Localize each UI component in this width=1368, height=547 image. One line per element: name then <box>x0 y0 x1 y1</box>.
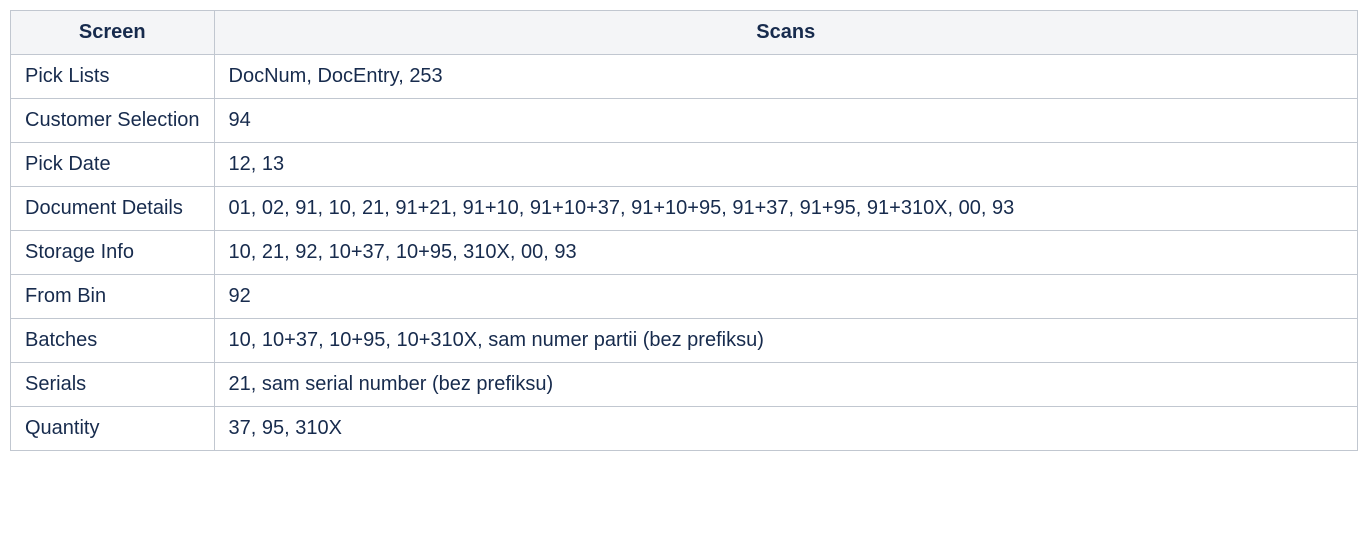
cell-screen: Pick Lists <box>11 55 215 99</box>
cell-screen: From Bin <box>11 275 215 319</box>
table-row: Batches10, 10+37, 10+95, 10+310X, sam nu… <box>11 319 1358 363</box>
cell-screen: Storage Info <box>11 231 215 275</box>
table-body: Pick ListsDocNum, DocEntry, 253Customer … <box>11 55 1358 451</box>
cell-screen: Pick Date <box>11 143 215 187</box>
cell-scans: 94 <box>214 99 1357 143</box>
table-row: From Bin92 <box>11 275 1358 319</box>
table-row: Pick ListsDocNum, DocEntry, 253 <box>11 55 1358 99</box>
cell-scans: 21, sam serial number (bez prefiksu) <box>214 363 1357 407</box>
scans-table: Screen Scans Pick ListsDocNum, DocEntry,… <box>10 10 1358 451</box>
table-row: Storage Info10, 21, 92, 10+37, 10+95, 31… <box>11 231 1358 275</box>
cell-scans: 37, 95, 310X <box>214 407 1357 451</box>
cell-scans: 10, 21, 92, 10+37, 10+95, 310X, 00, 93 <box>214 231 1357 275</box>
header-scans: Scans <box>214 11 1357 55</box>
cell-screen: Document Details <box>11 187 215 231</box>
cell-screen: Quantity <box>11 407 215 451</box>
cell-screen: Batches <box>11 319 215 363</box>
cell-scans: 10, 10+37, 10+95, 10+310X, sam numer par… <box>214 319 1357 363</box>
table-row: Serials21, sam serial number (bez prefik… <box>11 363 1358 407</box>
table-row: Customer Selection94 <box>11 99 1358 143</box>
cell-scans: DocNum, DocEntry, 253 <box>214 55 1357 99</box>
table-row: Document Details01, 02, 91, 10, 21, 91+2… <box>11 187 1358 231</box>
cell-screen: Customer Selection <box>11 99 215 143</box>
table-row: Pick Date12, 13 <box>11 143 1358 187</box>
cell-screen: Serials <box>11 363 215 407</box>
cell-scans: 92 <box>214 275 1357 319</box>
cell-scans: 01, 02, 91, 10, 21, 91+21, 91+10, 91+10+… <box>214 187 1357 231</box>
cell-scans: 12, 13 <box>214 143 1357 187</box>
header-screen: Screen <box>11 11 215 55</box>
table-header-row: Screen Scans <box>11 11 1358 55</box>
table-row: Quantity37, 95, 310X <box>11 407 1358 451</box>
